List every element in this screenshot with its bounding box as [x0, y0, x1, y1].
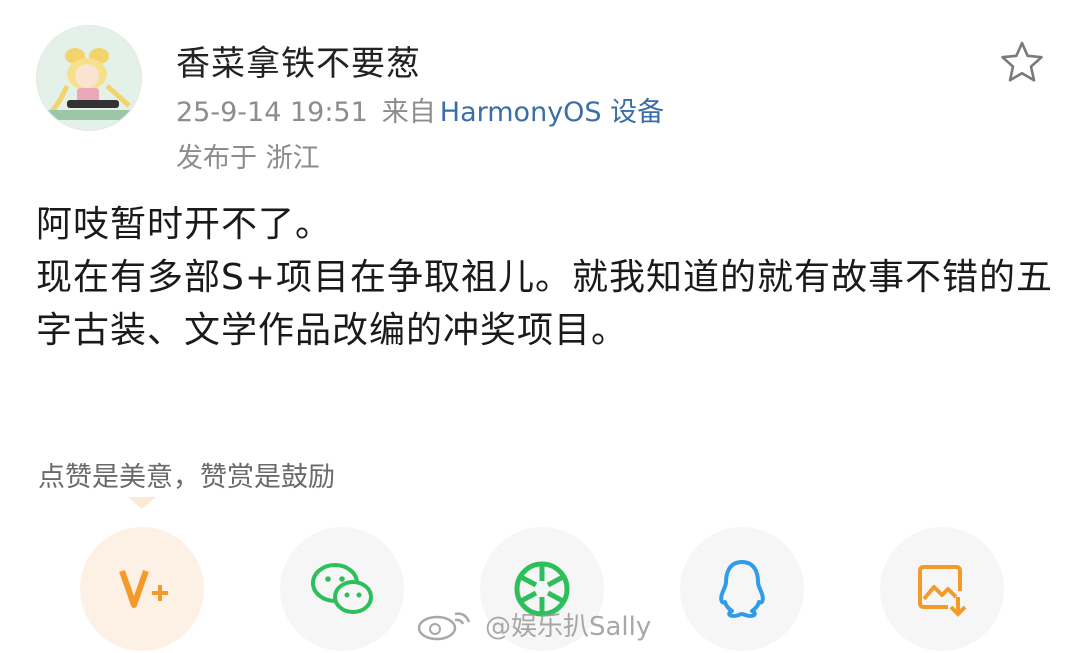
device-link[interactable]: HarmonyOS 设备 — [440, 97, 664, 128]
qq-icon — [719, 560, 765, 618]
avatar[interactable] — [36, 25, 142, 131]
post-line-2: 现在有多部S+项目在争取祖儿。就我知道的就有故事不错的五字古装、文学作品改编的冲… — [36, 257, 1054, 351]
save-image-icon — [918, 565, 967, 617]
post-meta: 25-9-14 19:51 来自 HarmonyOS 设备 — [176, 90, 664, 129]
wechat-share-button[interactable] — [280, 527, 404, 651]
watermark-text: @娱乐扒Sally — [485, 612, 652, 642]
save-image-button[interactable] — [880, 527, 1004, 651]
watermark: @娱乐扒Sally — [415, 606, 651, 643]
author-name[interactable]: 香菜拿铁不要葱 — [176, 36, 421, 85]
post-content: 阿吱暂时开不了。 现在有多部S+项目在争取祖儿。就我知道的就有故事不错的五字古装… — [36, 198, 1056, 357]
qq-share-button[interactable] — [680, 527, 804, 651]
favorite-button[interactable] — [999, 39, 1045, 85]
weibo-logo-icon — [417, 611, 471, 640]
tip-pointer — [128, 497, 156, 509]
post-line-1: 阿吱暂时开不了。 — [36, 204, 333, 245]
star-icon — [1001, 41, 1043, 82]
weibo-vplus-button[interactable] — [80, 527, 204, 651]
source-prefix: 来自 — [381, 97, 436, 128]
v-plus-icon — [119, 570, 168, 608]
post-location: 发布于 浙江 — [176, 143, 320, 174]
reward-tip: 点赞是美意，赞赏是鼓励 — [38, 462, 335, 493]
avatar-image — [37, 26, 141, 130]
wechat-icon — [311, 563, 373, 614]
post-time: 25-9-14 19:51 — [176, 97, 368, 128]
